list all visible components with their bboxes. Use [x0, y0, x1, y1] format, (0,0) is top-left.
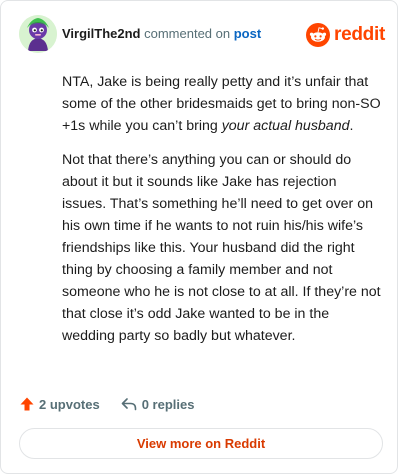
emphasis-text: your actual husband: [221, 118, 350, 134]
comment-paragraph: NTA, Jake is being really petty and it’s…: [62, 74, 381, 134]
reddit-snoo-icon: [306, 23, 331, 47]
comment-meta: VirgilThe2nd commented on post: [62, 26, 261, 41]
view-more-button[interactable]: View more on Reddit: [19, 428, 383, 459]
replies-count: 0 replies: [141, 396, 195, 412]
upvote-arrow-icon: [20, 397, 34, 411]
avatar-icon: [19, 15, 57, 53]
comment-body: NTA, Jake is being really petty and it’s…: [62, 71, 382, 359]
post-link[interactable]: post: [234, 26, 261, 41]
comment-paragraph: Not that there’s anything you can or sho…: [62, 152, 381, 344]
comment-actions: 2 upvotes 0 replies: [19, 394, 194, 414]
user-avatar[interactable]: [19, 15, 57, 53]
reddit-logo[interactable]: reddit: [306, 22, 385, 48]
reply-arrow-icon: [121, 398, 136, 411]
upvotes-count: 2 upvotes: [39, 396, 100, 412]
comment-header: VirgilThe2nd commented on post reddit: [19, 15, 385, 55]
reply-button[interactable]: 0 replies: [120, 396, 195, 412]
upvote-button[interactable]: 2 upvotes: [19, 396, 100, 412]
action-text: commented on: [140, 26, 234, 41]
comment-card: VirgilThe2nd commented on post reddit NT…: [0, 0, 398, 474]
reddit-wordmark: reddit: [334, 24, 385, 45]
username[interactable]: VirgilThe2nd: [62, 26, 141, 41]
